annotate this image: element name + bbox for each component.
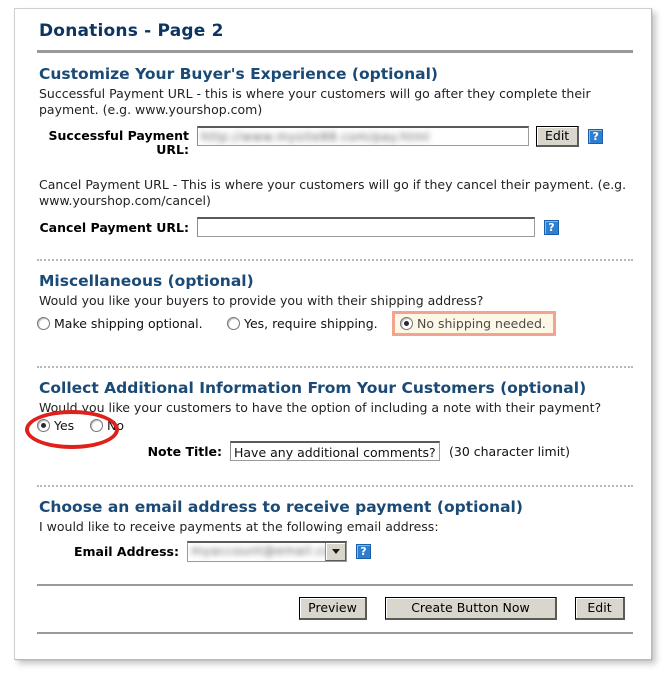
shipping-option-required-label: Yes, require shipping. [244, 316, 378, 331]
cancel-payment-url-row: Cancel Payment URL: ? [37, 217, 633, 237]
note-option-no[interactable]: No [90, 418, 124, 433]
form-panel: Donations - Page 2 Customize Your Buyer'… [14, 8, 652, 660]
divider-after-collect [37, 485, 633, 487]
shipping-option-optional-label: Make shipping optional. [54, 316, 203, 331]
help-icon-success-url[interactable]: ? [588, 129, 604, 144]
radio-shipping-optional[interactable] [37, 317, 50, 330]
radio-note-no[interactable] [90, 419, 103, 432]
email-address-selected: myaccount@email.com [191, 544, 325, 558]
section-heading-customize: Customize Your Buyer's Experience (optio… [39, 65, 438, 83]
shipping-option-none[interactable]: No shipping needed. [392, 311, 556, 336]
successful-payment-url-row: Successful Payment URL: http://www.mysit… [37, 126, 633, 157]
cancel-payment-url-label: Cancel Payment URL: [39, 220, 189, 235]
email-address-label: Email Address: [73, 544, 179, 559]
note-title-input[interactable]: Have any additional comments? [230, 441, 440, 461]
shipping-options-group: Make shipping optional. Yes, require shi… [37, 311, 633, 336]
help-icon-email[interactable]: ? [356, 544, 371, 559]
note-option-yes[interactable]: Yes [37, 418, 90, 433]
edit-success-url-button[interactable]: Edit [536, 126, 580, 147]
note-title-character-limit: (30 character limit) [449, 443, 570, 459]
divider-after-miscellaneous [37, 366, 633, 368]
caret-glyph [331, 549, 340, 554]
note-options-group: Yes No [25, 410, 633, 449]
page-title: Donations - Page 2 [39, 21, 224, 41]
chevron-down-icon[interactable] [325, 543, 346, 561]
radio-note-yes[interactable] [37, 419, 50, 432]
title-divider [37, 50, 633, 53]
edit-button[interactable]: Edit [575, 597, 625, 620]
divider-above-footer [37, 584, 633, 586]
help-icon-cancel-url[interactable]: ? [544, 220, 559, 235]
radio-shipping-required[interactable] [227, 317, 240, 330]
note-title-value: Have any additional comments? [234, 445, 436, 460]
note-question: Would you like your customers to have th… [39, 400, 602, 415]
email-address-selected-wrap: myaccount@email.com [188, 543, 325, 561]
email-description: I would like to receive payments at the … [39, 519, 439, 534]
shipping-option-optional[interactable]: Make shipping optional. [37, 316, 227, 331]
cancel-payment-url-input[interactable] [197, 217, 535, 237]
successful-payment-url-input[interactable]: http://www.mysite88.com/pay.html [197, 126, 529, 146]
email-address-select[interactable]: myaccount@email.com [187, 541, 347, 562]
section-heading-collect: Collect Additional Information From Your… [39, 379, 587, 397]
note-option-yes-label: Yes [54, 418, 75, 433]
successful-payment-url-label: Successful Payment URL: [48, 128, 189, 157]
section-heading-miscellaneous: Miscellaneous (optional) [39, 272, 254, 290]
divider-below-footer [37, 632, 633, 634]
cancel-payment-description: Cancel Payment URL - This is where your … [39, 177, 627, 208]
footer-button-bar: Preview Create Button Now Edit [37, 597, 633, 620]
note-title-row: Note Title: Have any additional comments… [37, 441, 633, 461]
note-title-label: Note Title: [147, 443, 222, 459]
shipping-option-required[interactable]: Yes, require shipping. [227, 316, 392, 331]
divider-after-customize [37, 259, 633, 261]
section-heading-email: Choose an email address to receive payme… [39, 498, 523, 516]
preview-button[interactable]: Preview [299, 597, 367, 620]
form-content: Donations - Page 2 Customize Your Buyer'… [25, 21, 633, 634]
create-button-now-button[interactable]: Create Button Now [385, 597, 557, 620]
radio-shipping-none[interactable] [400, 317, 413, 330]
note-option-no-label: No [107, 418, 124, 433]
screenshot-root: Donations - Page 2 Customize Your Buyer'… [0, 0, 670, 676]
email-address-row: Email Address: myaccount@email.com ? [37, 541, 633, 562]
shipping-question: Would you like your buyers to provide yo… [39, 293, 484, 308]
successful-payment-url-value: http://www.mysite88.com/pay.html [201, 130, 430, 144]
shipping-option-none-label: No shipping needed. [417, 316, 546, 331]
successful-payment-description: Successful Payment URL - this is where y… [39, 86, 591, 117]
